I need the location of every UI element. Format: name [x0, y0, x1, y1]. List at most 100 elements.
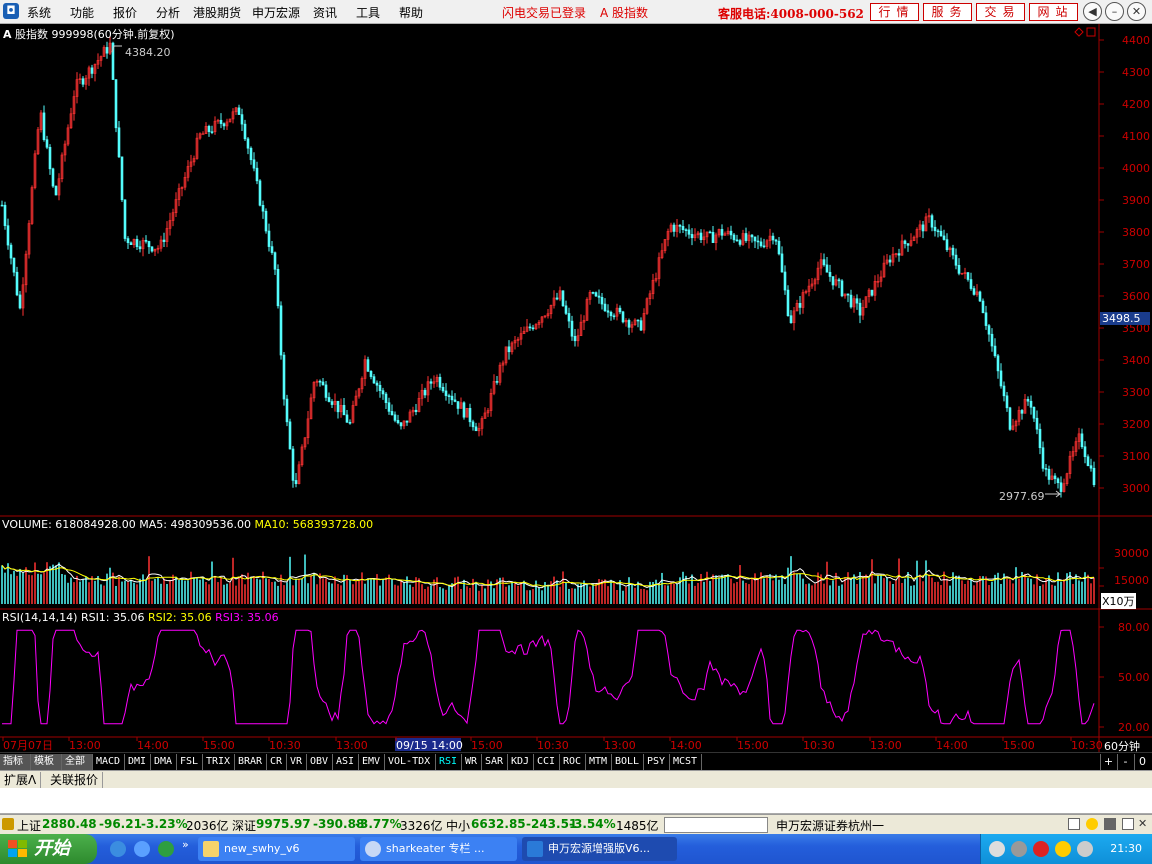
window-icon[interactable] [1068, 818, 1080, 830]
indicator-tab-cci[interactable]: CCI [534, 754, 560, 770]
tray-keyboard-icon[interactable] [1011, 841, 1027, 857]
indicator-tab-cr[interactable]: CR [267, 754, 287, 770]
settings-icon[interactable] [1104, 818, 1116, 830]
lock-icon[interactable] [2, 818, 14, 830]
candle-body [990, 333, 994, 347]
indicator-tab-wr[interactable]: WR [462, 754, 482, 770]
tab-related-quotes[interactable]: 关联报价 [46, 772, 104, 788]
indicator-tab-macd[interactable]: MACD [93, 754, 125, 770]
menu-function[interactable]: 功能 [70, 4, 94, 21]
browser-icon[interactable] [158, 841, 174, 857]
candle-body [903, 240, 907, 244]
indicator-tab-roc[interactable]: ROC [560, 754, 586, 770]
indicator-tab-dmi[interactable]: DMI [125, 754, 151, 770]
service-hotline: 客服电话:4008-000-562 [718, 7, 864, 21]
candle-body [711, 232, 715, 243]
sh-label[interactable]: 上证 [17, 817, 41, 834]
taskbar-item-browser[interactable]: sharkeater 专栏 ... [360, 837, 517, 861]
flash-trade-status[interactable]: 闪电交易已登录 [502, 4, 586, 21]
tray-network-icon[interactable] [989, 841, 1005, 857]
indicator-tab-asi[interactable]: ASI [333, 754, 359, 770]
volume-ma-line [1, 564, 1095, 587]
menu-quote[interactable]: 报价 [113, 4, 137, 21]
explorer-icon[interactable] [134, 841, 150, 857]
candle-body [1086, 456, 1090, 466]
indicator-tab-dma[interactable]: DMA [151, 754, 177, 770]
signal-icon[interactable] [1086, 818, 1098, 830]
chart-corner-icons[interactable] [1074, 27, 1096, 37]
candle-body [444, 390, 448, 396]
indicator-tab-brar[interactable]: BRAR [235, 754, 267, 770]
candle-body [627, 320, 631, 328]
indicator-tab-psy[interactable]: PSY [644, 754, 670, 770]
chart-canvas[interactable]: 4400430042004100400039003800370036003500… [0, 24, 1152, 752]
tray-chat-icon[interactable] [1055, 841, 1071, 857]
close-icon[interactable]: ✕ [1127, 2, 1146, 21]
ie-icon[interactable] [110, 841, 126, 857]
candle-body [375, 382, 379, 386]
close-small-icon[interactable]: ✕ [1138, 818, 1150, 830]
candle-body [18, 294, 22, 309]
mode-tab-1[interactable]: 模板 [31, 754, 62, 770]
candle-body [621, 311, 625, 323]
candle-body [396, 420, 400, 424]
candle-body [384, 393, 388, 403]
taskbar-item-folder[interactable]: new_swhy_v6 [198, 837, 355, 861]
menu-analysis[interactable]: 分析 [156, 4, 180, 21]
service-button[interactable]: 服务 [923, 3, 972, 21]
mode-tab-0[interactable]: 指标 [0, 754, 31, 770]
indicator-tab-mcst[interactable]: MCST [670, 754, 702, 770]
indicator-tab-emv[interactable]: EMV [359, 754, 385, 770]
mode-tab-2[interactable]: 全部 [62, 754, 93, 770]
menu-hk-futures[interactable]: 港股期货 [193, 4, 241, 21]
indicator-tab-obv[interactable]: OBV [307, 754, 333, 770]
high-price-label: 4384.20 [125, 46, 171, 59]
candle-body [12, 257, 16, 273]
start-button[interactable]: 开始 [0, 834, 97, 864]
indicator-tab-sar[interactable]: SAR [482, 754, 508, 770]
taskbar-item-trading-app[interactable]: 申万宏源增强版V6... [522, 837, 677, 861]
rsi3-value: 35.06 [247, 611, 279, 624]
windows-taskbar: 开始 » new_swhy_v6 sharkeater 专栏 ... 申万宏源增… [0, 834, 1152, 864]
indicator-tab-vol-tdx[interactable]: VOL-TDX [385, 754, 436, 770]
menu-news[interactable]: 资讯 [313, 4, 337, 21]
zoom-in-button[interactable]: + [1100, 754, 1116, 770]
back-icon[interactable]: ◀ [1083, 2, 1102, 21]
stock-index-link[interactable]: A 股指数 [600, 4, 648, 21]
zx-label[interactable]: 中小 [446, 817, 470, 834]
indicator-tab-kdj[interactable]: KDJ [508, 754, 534, 770]
candle-body [201, 133, 205, 136]
indicator-tab-trix[interactable]: TRIX [203, 754, 235, 770]
trade-button[interactable]: 交易 [976, 3, 1025, 21]
indicator-tab-rsi[interactable]: RSI [436, 754, 462, 770]
volume-label: VOLUME: [2, 518, 52, 531]
candle-body [126, 238, 130, 243]
windows-flag-icon [8, 840, 27, 857]
candle-body [90, 67, 94, 74]
price-axis-label: 3000 [1122, 482, 1150, 495]
sz-label[interactable]: 深证 [232, 817, 256, 834]
minimize-icon[interactable]: – [1105, 2, 1124, 21]
menu-help[interactable]: 帮助 [399, 4, 423, 21]
indicator-tab-vr[interactable]: VR [287, 754, 307, 770]
low-marker [1045, 490, 1062, 498]
website-button[interactable]: 网站 [1029, 3, 1078, 21]
kline-chart-area[interactable]: 4400 4300 4200 4100 4000 3900 3800 3700 3600 3500… [0, 24, 1152, 753]
menu-swhy[interactable]: 申万宏源 [252, 4, 300, 21]
menu-tools[interactable]: 工具 [356, 4, 380, 21]
menu-system[interactable]: 系统 [27, 4, 51, 21]
quote-button[interactable]: 行情 [870, 3, 919, 21]
quicklaunch-more-icon[interactable]: » [182, 838, 189, 851]
zoom-out-button[interactable]: - [1117, 754, 1133, 770]
indicator-tab-mtm[interactable]: MTM [586, 754, 612, 770]
indicator-tab-fsl[interactable]: FSL [177, 754, 203, 770]
tray-antivirus-icon[interactable] [1033, 841, 1049, 857]
reset-button[interactable]: 0 [1134, 754, 1150, 770]
indicator-tab-boll[interactable]: BOLL [612, 754, 644, 770]
tray-volume-icon[interactable] [1077, 841, 1093, 857]
taskbar-clock: 21:30 [1110, 842, 1142, 855]
rsi-series [2, 629, 1095, 725]
tab-extend[interactable]: 扩展Λ [0, 772, 42, 788]
ma5-value: 498309536.00 [170, 518, 251, 531]
panel-icon[interactable] [1122, 818, 1134, 830]
